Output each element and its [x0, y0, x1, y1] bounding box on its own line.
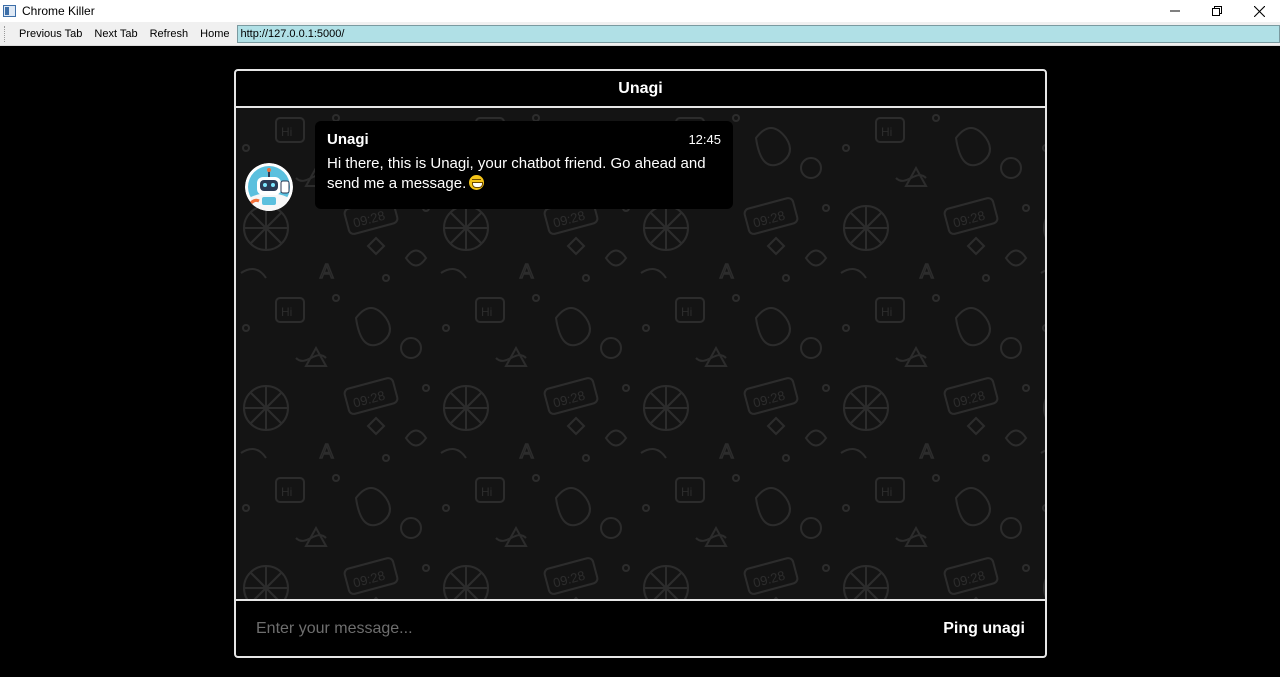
close-button[interactable]: [1238, 0, 1280, 22]
window-title-bar: Chrome Killer: [0, 0, 1280, 22]
window-controls: [1154, 0, 1280, 22]
app-icon: [3, 5, 16, 17]
chat-input-bar: Ping unagi: [236, 601, 1045, 656]
chat-header: Unagi: [236, 71, 1045, 108]
message-bubble: Unagi 12:45 Hi there, this is Unagi, you…: [315, 121, 733, 209]
close-icon: [1253, 5, 1265, 17]
next-tab-button[interactable]: Next Tab: [88, 24, 143, 44]
chat-title: Unagi: [618, 79, 663, 97]
refresh-button[interactable]: Refresh: [144, 24, 195, 44]
message-row: Unagi 12:45 Hi there, this is Unagi, you…: [245, 121, 733, 211]
robot-avatar-icon: [245, 163, 293, 211]
grinning-face-emoji-icon: [469, 175, 485, 190]
window-title: Chrome Killer: [22, 4, 95, 18]
message-input[interactable]: [256, 619, 944, 638]
chat-window: Unagi Hi 09:28: [234, 69, 1047, 658]
url-bar[interactable]: http://127.0.0.1:5000/: [237, 24, 1280, 43]
minimize-button[interactable]: [1154, 0, 1196, 22]
toolbar-grip[interactable]: [4, 25, 7, 42]
message-text: Hi there, this is Unagi, your chatbot fr…: [327, 155, 706, 192]
ping-unagi-button[interactable]: Ping unagi: [943, 620, 1025, 638]
previous-tab-button[interactable]: Previous Tab: [13, 24, 88, 44]
chat-messages-area[interactable]: Hi 09:28 A: [236, 108, 1045, 601]
message-time: 12:45: [688, 132, 721, 147]
home-button[interactable]: Home: [194, 24, 235, 44]
restore-button[interactable]: [1196, 0, 1238, 22]
minimize-icon: [1170, 10, 1180, 12]
message-text-container: Hi there, this is Unagi, your chatbot fr…: [327, 154, 721, 194]
restore-icon: [1212, 6, 1222, 16]
robot-avatar: [245, 163, 293, 211]
browser-toolbar: Previous Tab Next Tab Refresh Home http:…: [0, 22, 1280, 46]
message-sender: Unagi: [327, 131, 369, 148]
